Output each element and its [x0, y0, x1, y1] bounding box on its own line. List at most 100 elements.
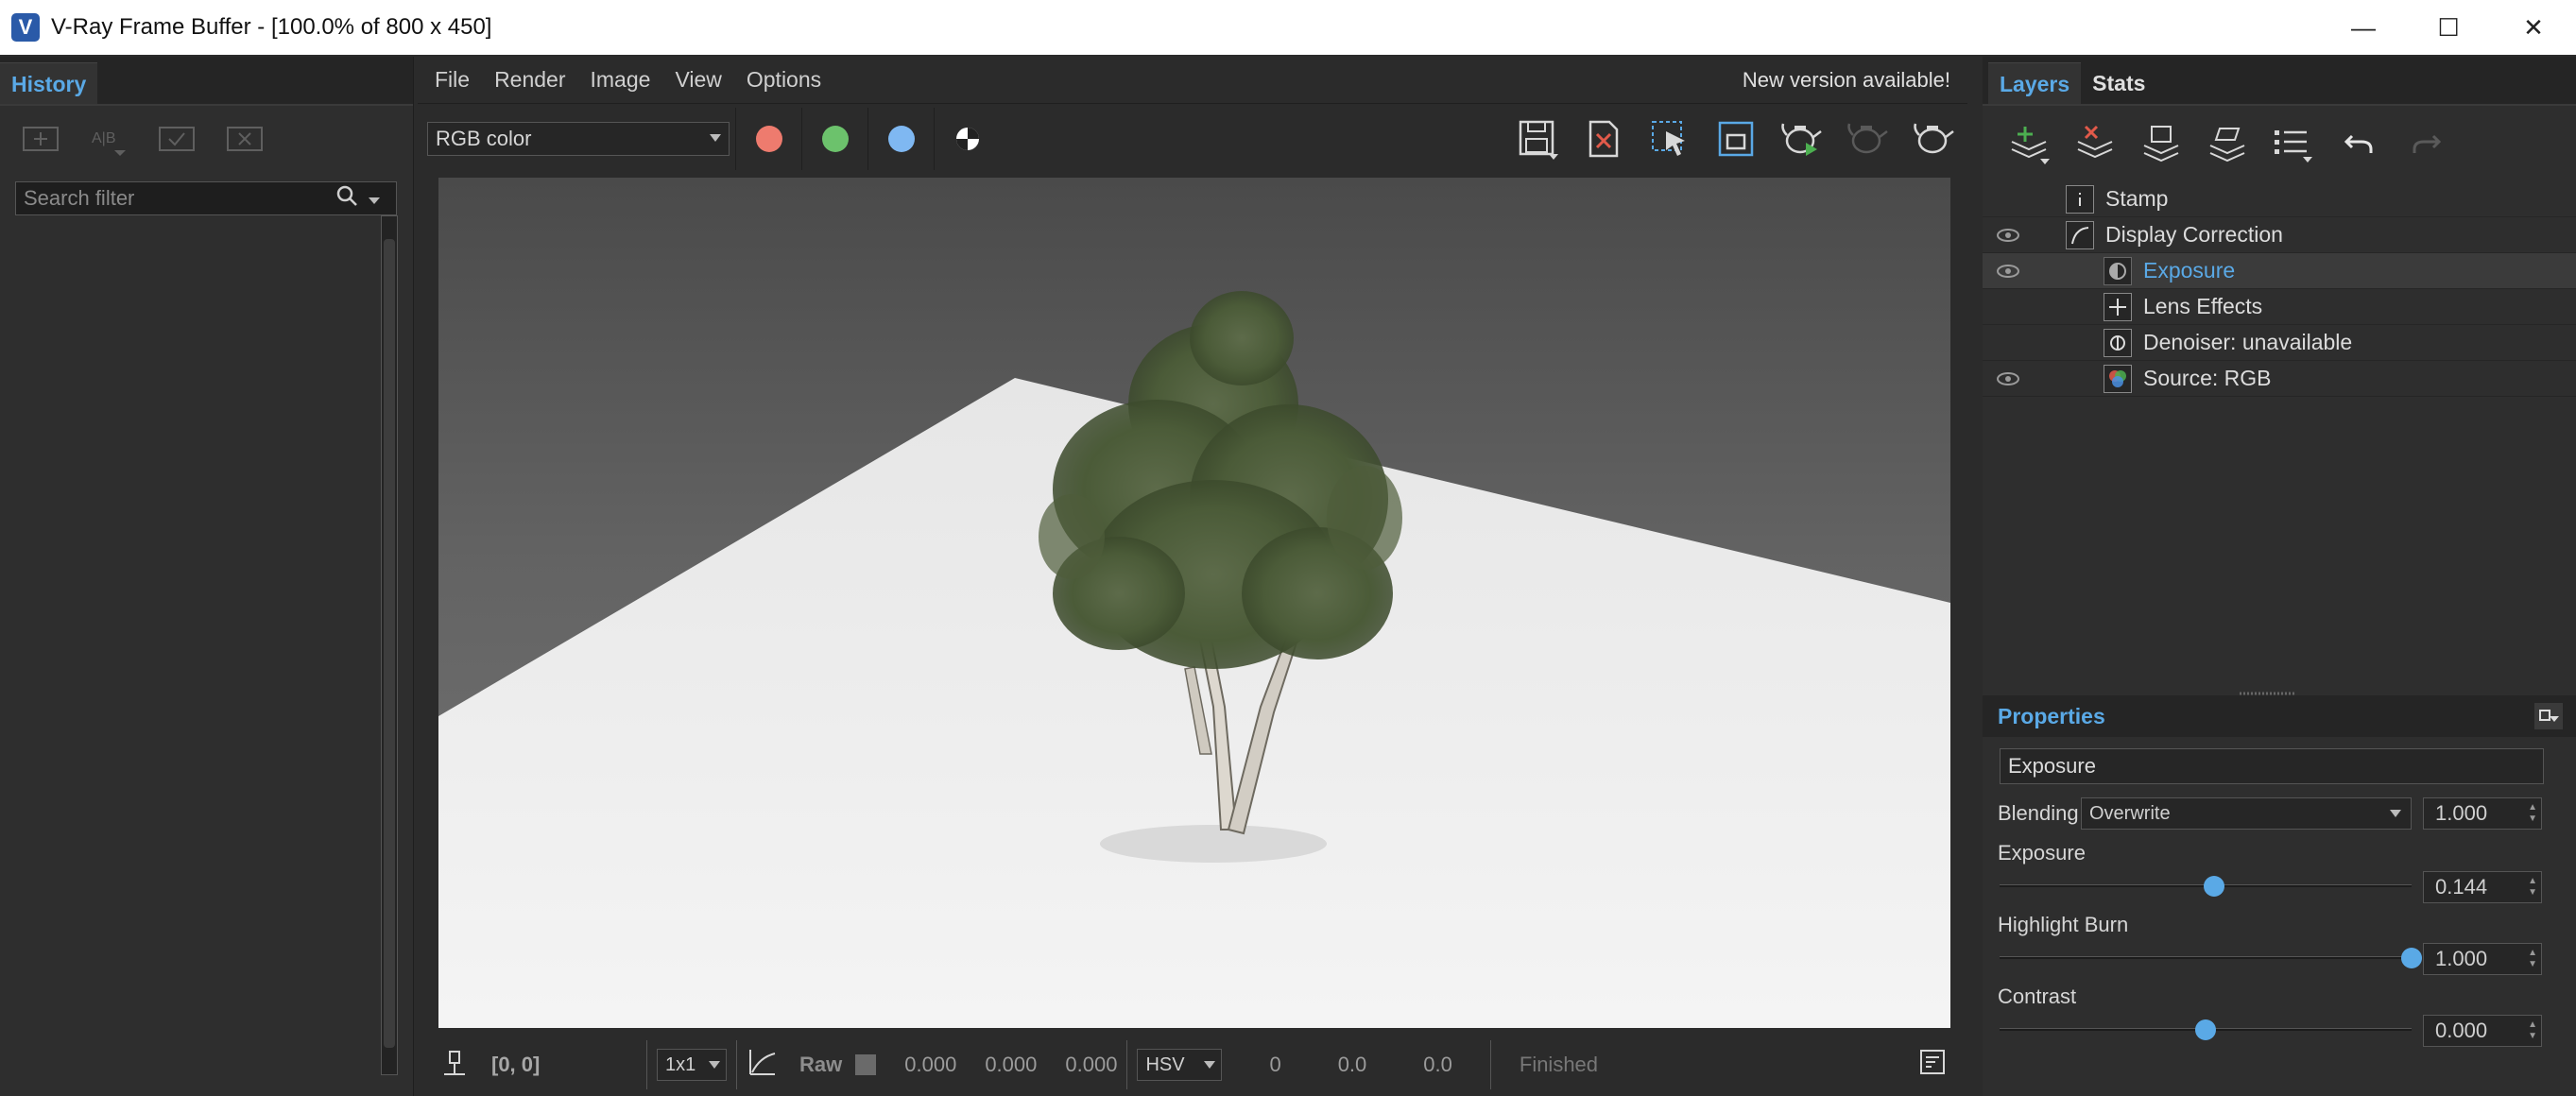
save-image-icon[interactable] — [1504, 111, 1571, 167]
hsv-s-value: 0.0 — [1337, 1053, 1367, 1076]
spinner-icon[interactable]: ▲ ▼ — [2528, 1019, 2537, 1042]
contrast-value-field[interactable]: 0.000 ▲ ▼ — [2423, 1015, 2542, 1047]
new-version-link[interactable]: New version available! — [1743, 68, 1967, 93]
blue-channel-button[interactable] — [867, 108, 934, 170]
rgb-g-value: 0.000 — [985, 1053, 1038, 1076]
mono-channel-button[interactable] — [934, 108, 1000, 170]
layer-stamp[interactable]: Stamp — [1983, 181, 2576, 217]
layer-label: Source: RGB — [2143, 366, 2272, 390]
channel-dropdown[interactable]: RGB color — [427, 122, 730, 156]
vray-logo-icon: V — [11, 13, 40, 42]
red-channel-icon — [755, 126, 782, 152]
exposure-slider-knob[interactable] — [2203, 876, 2224, 897]
chevron-down-icon — [709, 1061, 720, 1069]
blending-dropdown[interactable]: Overwrite — [2081, 797, 2412, 830]
exposure-label: Exposure — [1998, 841, 2086, 865]
spinner-icon[interactable]: ▲ ▼ — [2528, 948, 2537, 970]
raw-label: Raw — [799, 1053, 843, 1076]
layer-exposure[interactable]: Exposure — [1983, 253, 2576, 289]
panel-splitter[interactable] — [1983, 686, 2576, 695]
channel-value: RGB color — [436, 127, 532, 150]
close-button[interactable]: ✕ — [2491, 0, 2576, 55]
green-channel-icon — [821, 126, 849, 152]
layer-label: Display Correction — [2105, 222, 2283, 247]
save-layers-icon[interactable] — [2128, 115, 2194, 172]
tab-stats[interactable]: Stats — [2081, 62, 2156, 104]
search-icon[interactable] — [335, 184, 358, 213]
properties-title: Properties — [1998, 703, 2105, 728]
red-channel-button[interactable] — [735, 108, 801, 170]
title-bar: V V-Ray Frame Buffer - [100.0% of 800 x … — [0, 0, 2576, 55]
stop-render-icon[interactable] — [1835, 111, 1901, 167]
search-box — [15, 181, 397, 215]
pin-cursor-icon[interactable] — [438, 1046, 471, 1084]
history-ab-compare-icon[interactable]: A|B — [85, 120, 132, 158]
color-curve-icon[interactable] — [747, 1046, 779, 1084]
contrast-slider-knob[interactable] — [2195, 1019, 2216, 1040]
interactive-render-icon[interactable] — [1769, 111, 1835, 167]
layer-lens-effects[interactable]: Lens Effects — [1983, 289, 2576, 325]
layer-denoiser[interactable]: Denoiser: unavailable — [1983, 325, 2576, 361]
eye-icon[interactable] — [1996, 228, 2020, 243]
menu-render[interactable]: Render — [482, 67, 577, 93]
menu-image[interactable]: Image — [578, 67, 663, 93]
minimize-button[interactable]: — — [2321, 0, 2406, 55]
rendered-image — [438, 178, 1950, 1028]
search-options-icon[interactable] — [368, 186, 381, 211]
blending-amount-field[interactable]: 1.000 ▲ ▼ — [2423, 797, 2542, 830]
history-load-icon[interactable] — [153, 120, 200, 158]
load-layers-icon[interactable] — [2194, 115, 2260, 172]
add-layer-icon[interactable] — [1996, 115, 2062, 172]
search-input[interactable] — [24, 186, 335, 211]
tab-layers[interactable]: Layers — [1988, 62, 2082, 104]
rgb-source-icon — [2104, 364, 2132, 393]
redo-icon[interactable] — [2393, 115, 2459, 172]
log-icon[interactable] — [1918, 1048, 1947, 1082]
layer-display-correction[interactable]: Display Correction — [1983, 217, 2576, 253]
layers-tree: Stamp Display Correction Exposure Lens E… — [1983, 181, 2576, 397]
history-list — [15, 215, 384, 1075]
svg-text:A|B: A|B — [92, 130, 116, 146]
eye-icon[interactable] — [1996, 264, 2020, 279]
clear-image-icon[interactable] — [1571, 111, 1637, 167]
layer-name-field[interactable]: Exposure — [2000, 748, 2544, 784]
sampling-dropdown[interactable]: 1x1 — [657, 1049, 727, 1081]
highlight-burn-label: Highlight Burn — [1998, 913, 2129, 936]
layers-panel: Layers Stats Stamp Display Correction Ex… — [1983, 57, 2576, 1096]
maximize-button[interactable]: ☐ — [2406, 0, 2491, 55]
spinner-icon[interactable]: ▲ ▼ — [2528, 876, 2537, 899]
render-teapot-icon[interactable] — [1901, 111, 1967, 167]
region-render-icon[interactable] — [1703, 111, 1769, 167]
exposure-value-field[interactable]: 0.144 ▲ ▼ — [2423, 871, 2542, 903]
layer-source-rgb[interactable]: Source: RGB — [1983, 361, 2576, 397]
spinner-icon[interactable]: ▲ ▼ — [2528, 802, 2537, 825]
green-channel-button[interactable] — [801, 108, 867, 170]
region-select-icon[interactable] — [1637, 111, 1703, 167]
render-viewport[interactable] — [438, 178, 1950, 1028]
highlight-burn-slider-knob[interactable] — [2401, 948, 2422, 968]
undo-icon[interactable] — [2327, 115, 2393, 172]
menu-view[interactable]: View — [662, 67, 733, 93]
highlight-burn-slider[interactable] — [2000, 956, 2412, 959]
tab-history[interactable]: History — [0, 62, 98, 104]
sampling-value: 1x1 — [665, 1053, 696, 1075]
delete-layer-icon[interactable] — [2062, 115, 2128, 172]
lens-effects-icon — [2104, 292, 2132, 321]
scroll-thumb[interactable] — [384, 239, 395, 1048]
highlight-burn-value-field[interactable]: 1.000 ▲ ▼ — [2423, 943, 2542, 975]
exposure-value: 0.144 — [2435, 875, 2488, 899]
history-scrollbar[interactable] — [381, 215, 398, 1075]
menu-file[interactable]: File — [418, 67, 482, 93]
cursor-coords: [0, 0] — [491, 1053, 541, 1076]
history-save-icon[interactable] — [17, 120, 64, 158]
stamp-icon — [2066, 184, 2094, 214]
layer-presets-icon[interactable] — [2260, 115, 2327, 172]
blending-value: Overwrite — [2089, 802, 2171, 824]
blending-amount-value: 1.000 — [2435, 801, 2488, 825]
eye-icon[interactable] — [1996, 371, 2020, 386]
contrast-value: 0.000 — [2435, 1019, 2488, 1042]
menu-options[interactable]: Options — [734, 67, 833, 93]
color-mode-dropdown[interactable]: HSV — [1137, 1049, 1223, 1081]
properties-menu-icon[interactable] — [2534, 703, 2563, 729]
history-remove-icon[interactable] — [221, 120, 268, 158]
